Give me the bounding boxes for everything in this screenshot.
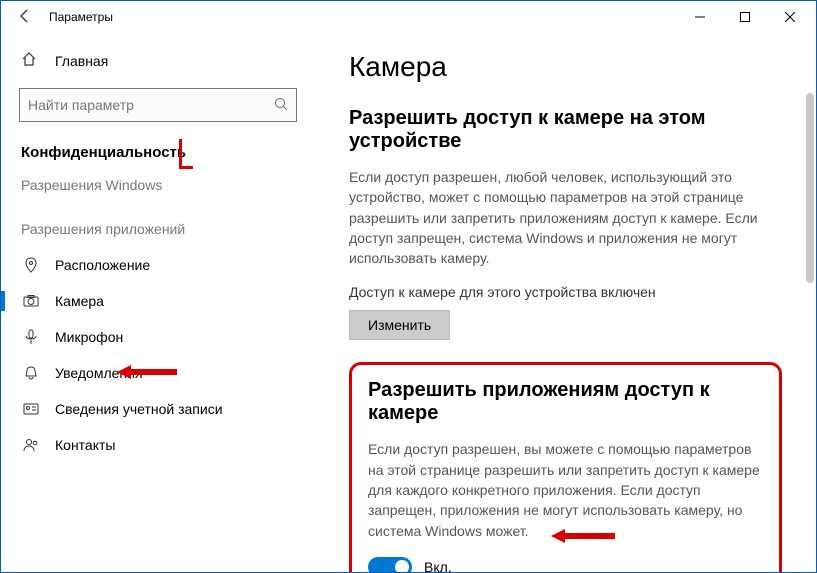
- section-heading-device: Разрешить доступ к камере на этом устрой…: [349, 107, 782, 153]
- main-content: Камера Разрешить доступ к камере на этом…: [315, 33, 816, 572]
- maximize-button[interactable]: [722, 2, 767, 32]
- titlebar: Параметры: [1, 1, 816, 33]
- device-description: Если доступ разрешен, любой человек, исп…: [349, 167, 782, 268]
- nav-label: Уведомления: [55, 365, 143, 381]
- subheader-windows-perms: Разрешения Windows: [1, 169, 315, 207]
- nav-location[interactable]: Расположение: [1, 247, 315, 283]
- microphone-icon: [21, 329, 41, 345]
- nav-label: Сведения учетной записи: [55, 401, 223, 417]
- location-icon: [21, 257, 41, 273]
- minimize-button[interactable]: [677, 2, 722, 32]
- nav-label: Расположение: [55, 257, 150, 273]
- nav-contacts[interactable]: Контакты: [1, 427, 315, 463]
- nav-camera[interactable]: Камера: [1, 283, 315, 319]
- group-app-perms: Разрешения приложений: [1, 207, 315, 247]
- annotation-connector: [179, 139, 193, 169]
- camera-icon: [21, 293, 41, 309]
- back-button[interactable]: [9, 9, 41, 26]
- nav-label: Контакты: [55, 437, 115, 453]
- nav-microphone[interactable]: Микрофон: [1, 319, 315, 355]
- home-nav[interactable]: Главная: [1, 41, 315, 80]
- apps-access-toggle[interactable]: [368, 557, 412, 572]
- home-label: Главная: [55, 53, 108, 69]
- section-privacy: Конфиденциальность: [1, 136, 315, 169]
- search-input[interactable]: [28, 97, 274, 113]
- search-icon: [274, 97, 288, 114]
- nav-account-info[interactable]: Сведения учетной записи: [1, 391, 315, 427]
- section-heading-apps: Разрешить приложениям доступ к камере: [368, 379, 763, 425]
- device-access-status: Доступ к камере для этого устройства вкл…: [349, 284, 782, 300]
- contacts-icon: [21, 437, 41, 453]
- nav-label: Микрофон: [55, 329, 123, 345]
- apps-description: Если доступ разрешен, вы можете с помощь…: [368, 439, 763, 540]
- change-button[interactable]: Изменить: [349, 310, 450, 340]
- annotation-highlight: Разрешить приложениям доступ к камере Ес…: [349, 362, 782, 572]
- close-button[interactable]: [767, 2, 812, 32]
- search-box[interactable]: [19, 88, 297, 122]
- page-title: Камера: [349, 51, 782, 83]
- window-title: Параметры: [49, 10, 113, 24]
- sidebar: Главная Конфиденциальность Разрешения Wi…: [1, 33, 315, 572]
- home-icon: [21, 51, 41, 70]
- scrollbar[interactable]: [806, 93, 814, 283]
- nav-label: Камера: [55, 293, 104, 309]
- nav-notifications[interactable]: Уведомления: [1, 355, 315, 391]
- id-card-icon: [21, 401, 41, 417]
- bell-icon: [21, 365, 41, 381]
- toggle-state-label: Вкл.: [424, 559, 452, 572]
